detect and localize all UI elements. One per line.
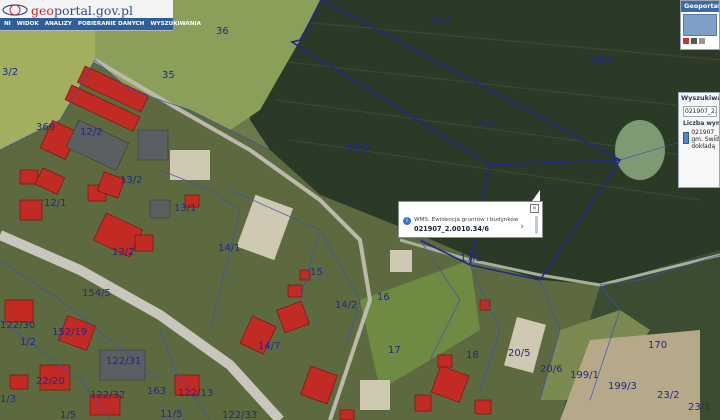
overview-button-icon[interactable] xyxy=(683,38,689,44)
parcel-label: 122/31 xyxy=(106,356,141,367)
close-icon[interactable]: × xyxy=(530,204,539,213)
parcel-label: 17 xyxy=(388,345,401,356)
parcel-label: 36 xyxy=(216,26,229,37)
overview-controls xyxy=(681,38,719,44)
parcel-label: 22/20 xyxy=(36,376,65,387)
parcel-label: 13/1 xyxy=(174,203,196,214)
parcel-result-icon xyxy=(683,132,690,144)
parcel-label: 3/2 xyxy=(2,67,18,78)
parcel-label: 15 xyxy=(310,267,323,278)
parcel-label: 14/1 xyxy=(218,243,240,254)
parcel-label: 20/5 xyxy=(508,348,530,359)
parcel-label: 17/2 xyxy=(460,253,482,264)
search-panel-title: Wyszukiwani xyxy=(681,94,719,102)
parcel-label: 14/2 xyxy=(335,300,357,311)
parcel-label: 12/1 xyxy=(44,198,66,209)
main-menu: NI WIDOK ANALIZY POBIERANIE DANYCH WYSZU… xyxy=(0,18,201,30)
parcel-label: 152/19 xyxy=(52,327,87,338)
parcel-label: 163 xyxy=(147,386,166,397)
parcel-label: 1/5 xyxy=(60,410,76,420)
overview-panel: Geoportal kr xyxy=(680,0,720,50)
parcel-label: 34/5 xyxy=(346,143,368,154)
feature-info-popup[interactable]: × i WMS: Ewidencja gruntów i budynków 02… xyxy=(398,201,543,238)
result-accuracy: dokładą xyxy=(691,143,716,150)
popup-layer-title: WMS: Ewidencja gruntów i budynków xyxy=(414,217,519,223)
menu-item-pobieranie-danych[interactable]: POBIERANIE DANYCH xyxy=(76,21,146,27)
info-icon: i xyxy=(403,217,411,225)
parcel-label: 12/2 xyxy=(80,127,102,138)
parcel-label: 20/6 xyxy=(540,364,562,375)
overview-map-thumbnail[interactable] xyxy=(683,14,717,36)
results-count-label: Liczba wynikó xyxy=(683,120,719,127)
map-canvas[interactable]: 34/2 36 34/3 3/2 35 369 12/2 34/6 34/5 1… xyxy=(0,0,720,420)
parcel-label: 34/6 xyxy=(473,118,495,129)
menu-item-wyszukiwania[interactable]: WYSZUKIWANIA xyxy=(148,21,203,27)
parcel-label: 122/13 xyxy=(178,388,213,399)
popup-scrollbar[interactable] xyxy=(535,216,538,234)
logo-suffix: portal.gov.pl xyxy=(53,2,133,18)
app-toolbar: geo portal.gov.pl NI WIDOK ANALIZY POBIER… xyxy=(0,0,201,31)
parcel-label: 369 xyxy=(36,122,55,133)
parcel-label: 13/2 xyxy=(112,247,134,258)
parcel-label: 23/2 xyxy=(657,390,679,401)
overview-panel-title: Geoportal kr xyxy=(681,1,719,12)
parcel-label: 11/5 xyxy=(160,409,182,420)
chevron-right-icon[interactable]: › xyxy=(520,222,524,232)
parcel-label: 199/1 xyxy=(570,370,599,381)
parcel-label: 14/7 xyxy=(258,341,280,352)
globe-logo-icon xyxy=(2,4,28,16)
parcel-label: 34/3 xyxy=(590,55,612,66)
parcel-label: 34/2 xyxy=(428,16,450,27)
parcel-label: 199/3 xyxy=(608,381,637,392)
parcel-label: 1/3 xyxy=(0,394,16,405)
parcel-label: 35 xyxy=(162,70,175,81)
parcel-label: 18 xyxy=(466,350,479,361)
overview-button-icon[interactable] xyxy=(691,38,697,44)
parcel-label: 122/32 xyxy=(90,390,125,401)
parcel-label: 23/1 xyxy=(688,402,710,413)
parcel-label: 170 xyxy=(648,340,667,351)
parcel-label: 122/33 xyxy=(222,410,257,420)
overview-button-icon[interactable] xyxy=(699,38,705,44)
popup-parcel-id[interactable]: 021907_2.0010.34/6 xyxy=(414,225,489,233)
result-commune: gm. Świd xyxy=(691,136,719,143)
parcel-label: 122/30 xyxy=(0,320,35,331)
parcel-label: 154/5 xyxy=(82,288,111,299)
menu-item-widok[interactable]: WIDOK xyxy=(15,21,41,27)
logo-prefix: geo xyxy=(31,2,54,18)
parcel-label: 16 xyxy=(377,292,390,303)
parcel-label: 1/2 xyxy=(20,337,36,348)
menu-item-analizy[interactable]: ANALIZY xyxy=(43,21,74,27)
parcel-label: 13/2 xyxy=(120,175,142,186)
search-result-item[interactable]: 021907_ gm. Świd dokładą xyxy=(679,127,719,150)
menu-item-narzedzia[interactable]: NI xyxy=(2,21,13,27)
search-input[interactable]: 021907_2.001 xyxy=(683,106,717,117)
geoportal-logo[interactable]: geo portal.gov.pl xyxy=(2,1,133,19)
result-id: 021907_ xyxy=(691,129,718,136)
search-panel: Wyszukiwani 021907_2.001 Liczba wynikó 0… xyxy=(678,92,720,188)
search-input-value: 021907_2.001 xyxy=(685,108,716,115)
